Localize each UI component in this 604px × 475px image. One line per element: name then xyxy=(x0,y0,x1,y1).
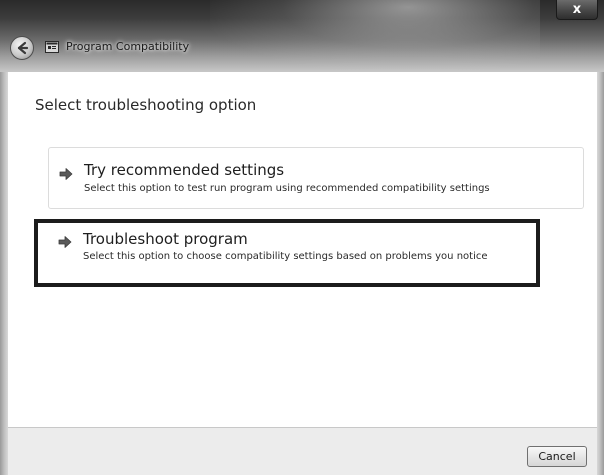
option-try-recommended-settings[interactable]: Try recommended settings Select this opt… xyxy=(48,147,584,209)
footer-bar: Cancel xyxy=(8,427,597,475)
content-area: Select troubleshooting option Try recomm… xyxy=(8,72,597,427)
option-description: Select this option to test run program u… xyxy=(84,183,490,194)
program-compatibility-icon xyxy=(45,41,59,53)
option-title: Troubleshoot program xyxy=(83,230,248,248)
window-frame-right xyxy=(597,72,604,475)
window-title: Program Compatibility xyxy=(66,40,190,53)
title-bar: x Program Compatibility xyxy=(0,0,604,72)
page-heading: Select troubleshooting option xyxy=(35,96,257,114)
option-title: Try recommended settings xyxy=(84,161,285,179)
close-button[interactable]: x xyxy=(556,0,598,20)
back-arrow-icon xyxy=(17,41,29,55)
title-bar-glare xyxy=(210,0,540,72)
cancel-button[interactable]: Cancel xyxy=(527,446,587,467)
option-troubleshoot-program[interactable]: Troubleshoot program Select this option … xyxy=(34,219,540,287)
back-button[interactable] xyxy=(10,36,34,60)
green-arrow-icon xyxy=(58,236,72,248)
option-description: Select this option to choose compatibili… xyxy=(83,251,488,262)
program-compatibility-window: x Program Compatibility Select troublesh… xyxy=(0,0,604,475)
window-frame-left xyxy=(0,72,8,475)
close-icon: x xyxy=(572,2,582,17)
green-arrow-icon xyxy=(59,168,73,180)
